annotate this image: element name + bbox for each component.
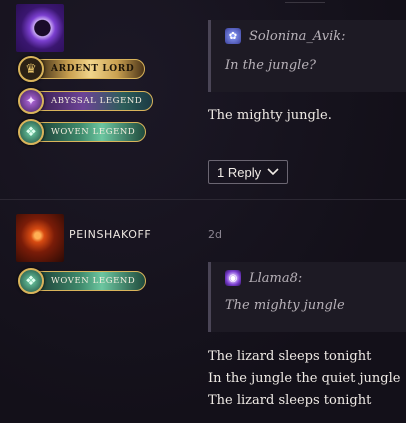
message-line: The lizard sleeps tonight bbox=[208, 349, 372, 364]
woven-emblem-icon: ❖ bbox=[18, 268, 44, 294]
avatar[interactable] bbox=[16, 214, 64, 262]
quoted-text: The mighty jungle bbox=[225, 298, 345, 313]
quoted-user-avatar-icon[interactable]: ✿ bbox=[225, 28, 241, 44]
badge-ardent-lord[interactable]: ♛ ARDENT LORD bbox=[18, 55, 146, 83]
badge-abyssal-legend[interactable]: ✦ ABYSSAL LEGEND bbox=[18, 87, 154, 115]
previous-content-edge bbox=[285, 0, 325, 3]
replies-toggle-button[interactable]: 1 Reply bbox=[208, 160, 289, 184]
badge-label: WOVEN LEGEND bbox=[36, 122, 147, 142]
woven-emblem-icon: ❖ bbox=[18, 119, 44, 145]
quoted-text: In the jungle? bbox=[225, 58, 316, 73]
post1-user-column bbox=[16, 4, 166, 52]
chevron-down-icon bbox=[267, 168, 279, 176]
abyssal-emblem-icon: ✦ bbox=[18, 88, 44, 114]
quote-header: ◉ Llama8: bbox=[225, 270, 392, 286]
badge-label: ABYSSAL LEGEND bbox=[36, 91, 154, 111]
timestamp[interactable]: 2d bbox=[208, 228, 222, 241]
badge-woven-legend[interactable]: ❖ WOVEN LEGEND bbox=[18, 118, 147, 146]
crown-icon: ♛ bbox=[18, 56, 44, 82]
quoted-username[interactable]: Llama8: bbox=[249, 271, 302, 286]
quoted-user-avatar-icon[interactable]: ◉ bbox=[225, 270, 241, 286]
message-line: In the jungle the quiet jungle bbox=[208, 371, 401, 386]
comment-message: The lizard sleeps tonight In the jungle … bbox=[208, 346, 400, 412]
avatar[interactable] bbox=[16, 4, 64, 52]
quoted-comment: ◉ Llama8: The mighty jungle bbox=[208, 262, 406, 332]
badge-label: WOVEN LEGEND bbox=[36, 271, 147, 291]
message-line: The lizard sleeps tonight bbox=[208, 393, 372, 408]
username[interactable]: PEINSHAKOFF bbox=[69, 228, 151, 241]
quoted-username[interactable]: Solonina_Avik: bbox=[249, 29, 346, 44]
quote-header: ✿ Solonina_Avik: bbox=[225, 28, 392, 44]
reply-count-label: 1 Reply bbox=[217, 164, 262, 180]
badge-label: ARDENT LORD bbox=[36, 59, 146, 79]
comment-message: The mighty jungle. bbox=[208, 108, 332, 123]
quoted-comment: ✿ Solonina_Avik: In the jungle? bbox=[208, 20, 406, 92]
badge-woven-legend[interactable]: ❖ WOVEN LEGEND bbox=[18, 267, 147, 295]
comment-divider bbox=[0, 199, 406, 200]
